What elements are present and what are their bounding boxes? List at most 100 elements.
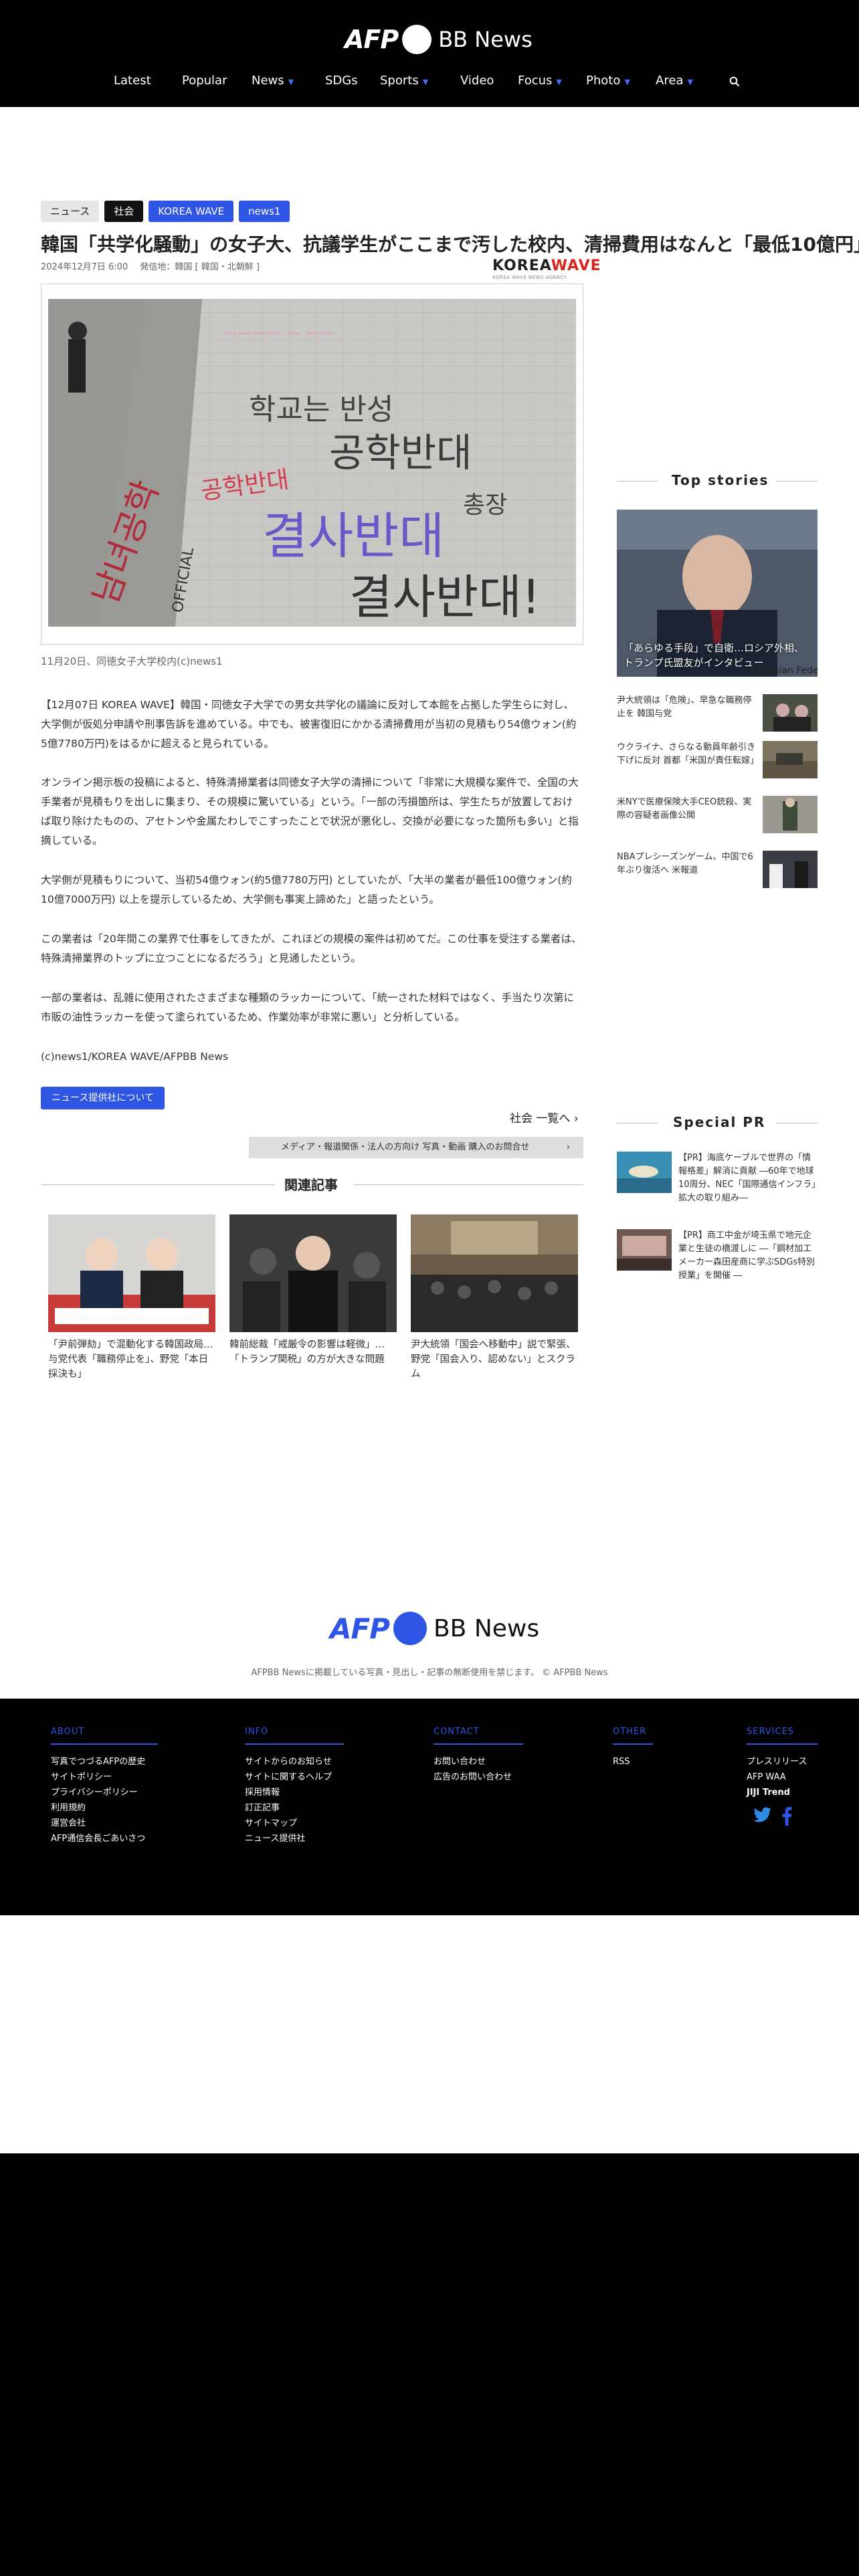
footer-link[interactable]: サイトポリシー — [51, 1769, 158, 1785]
svg-text:공학반대: 공학반대 — [329, 430, 472, 475]
related-image — [411, 1214, 578, 1332]
footer-link[interactable]: 利用規約 — [51, 1800, 158, 1816]
article-photo[interactable]: ーーーー ー ーー 학교는 반성 공학반대 결사반대 결사반대! 공학반대 남녀… — [48, 299, 576, 627]
logo-dot — [402, 25, 432, 54]
chevron-down-icon: ▼ — [624, 78, 630, 86]
article-photo-frame: ーーーー ー ーー 학교는 반성 공학반대 결사반대 결사반대! 공학반대 남녀… — [41, 284, 583, 645]
related-caption: 「尹前弾劾」で混動化する韓国政局…与党代表「職務停止を」、野党「本日採決も」 — [48, 1339, 213, 1380]
tag-korea-wave[interactable]: KOREA WAVE — [149, 201, 234, 222]
article-paragraph: 大学側が見積もりについて、当初54億ウォン(約5億7780万円) としていたが、… — [41, 874, 572, 905]
footer-link[interactable]: サイトマップ — [245, 1816, 344, 1831]
chevron-down-icon: ▼ — [687, 78, 693, 86]
footer-link[interactable]: プライバシーポリシー — [51, 1785, 158, 1800]
purchase-inquiry-bar[interactable]: メディア・報道関係・法人の方向け 写真・動画 購入のお問合せ › — [249, 1137, 583, 1158]
nav-sdgs[interactable]: SDGs — [325, 74, 358, 88]
article-place: 発信地：韓国 [ 韓国・北朝鮮 ] — [140, 262, 260, 272]
footer-logo[interactable]: AFP BB News — [330, 1608, 539, 1648]
footer-link[interactable]: サイトからのお知らせ — [245, 1754, 344, 1769]
site-footer: ABOUT 写真でつづるAFPの歴史 サイトポリシー プライバシーポリシー 利用… — [0, 1699, 859, 1915]
related-caption: 尹大統領「国会へ移動中」説で緊張、野党「国会入り、認めない」とスクラム — [411, 1339, 576, 1380]
top-story-item[interactable]: NBAプレシーズンゲーム、中国で6年ぶり復活へ 米報道 — [617, 851, 818, 892]
nav-popular[interactable]: Popular — [182, 74, 227, 88]
svg-text:총장: 총장 — [463, 492, 507, 519]
footer-col-services: SERVICES プレスリリース AFP WAA JIJI Trend — [747, 1724, 818, 1800]
footer-link[interactable]: 広告のお問い合わせ — [434, 1769, 523, 1785]
tag-society[interactable]: 社会 — [104, 201, 144, 222]
article-paragraph: この業者は「20年間この業界で仕事をしてきたが、これほどの規模の案件は初めてだ。… — [41, 933, 582, 964]
pr-thumbnail — [617, 1229, 672, 1271]
chevron-down-icon: ▼ — [422, 78, 429, 86]
footer-link[interactable]: サイトに関するヘルプ — [245, 1769, 344, 1785]
search-icon[interactable] — [729, 76, 740, 87]
society-list-link[interactable]: 社会 一覧へ › — [510, 1109, 579, 1125]
article-paragraph: 一部の業者は、乱雑に使用されたさまざまな種類のラッカーについて、「統一された材料… — [41, 992, 575, 1023]
svg-text:결사반대!: 결사반대! — [349, 570, 541, 625]
site-logo[interactable]: AFP BB News — [345, 23, 533, 56]
footer-link[interactable]: JIJI Trend — [747, 1785, 818, 1800]
photo-caption: 11月20日、同徳女子大学校内(c)news1 — [41, 655, 223, 667]
site-header: AFP BB News Latest Popular News ▼ SDGs Sp… — [0, 0, 859, 107]
related-heading: 関連記事 — [41, 1174, 583, 1194]
related-card[interactable]: 尹大統領「国会へ移動中」説で緊張、野党「国会入り、認めない」とスクラム — [411, 1214, 578, 1382]
top-story-item[interactable]: ウクライナ、さらなる動員年齢引き下げに反対 首都「米国が責任転嫁」 — [617, 741, 818, 782]
top-stories-heading: Top stories — [617, 471, 818, 491]
nav-video[interactable]: Video — [460, 74, 494, 88]
pr-thumbnail — [617, 1152, 672, 1193]
article-paragraph: 【12月07日 KOREA WAVE】韓国・同徳女子大学での男女共学化の議論に反… — [41, 699, 577, 750]
svg-text:ーーーー ー ーー: ーーーー ー ーー — [222, 326, 335, 343]
article-credit: (c)news1/KOREA WAVE/AFPBB News — [41, 1051, 229, 1063]
top-story-thumbnail — [763, 851, 818, 888]
chevron-right-icon: › — [573, 1112, 579, 1125]
footer-col-other: OTHER RSS — [613, 1724, 653, 1769]
top-story-thumbnail — [763, 694, 818, 732]
footer-link[interactable]: RSS — [613, 1754, 653, 1769]
related-image — [229, 1214, 397, 1332]
related-card[interactable]: 韓前総裁「戒厳令の影響は軽微」…「トランプ関税」の方が大きな問題 — [229, 1214, 397, 1367]
footer-link[interactable]: AFP通信会長ごあいさつ — [51, 1831, 158, 1846]
article-paragraph: オンライン掲示板の投稿によると、特殊清掃業者は同徳女子大学の清掃について「非常に… — [41, 776, 579, 847]
footer-link[interactable]: ニュース提供社 — [245, 1831, 344, 1846]
korea-wave-logo: KOREAWAVE KOREA WAVE NEWS AGENCY — [492, 257, 601, 280]
social-links — [753, 1807, 792, 1826]
article-meta: 2024年12月7日 6:00 発信地：韓国 [ 韓国・北朝鮮 ] — [41, 259, 269, 272]
nav-sports[interactable]: Sports ▼ — [380, 74, 428, 88]
top-story-item[interactable]: 尹大統領は「危険」、早急な職務停止を 韓国与党 — [617, 694, 818, 736]
page-bottom-area — [0, 2153, 859, 2576]
footer-col-contact: CONTACT お問い合わせ 広告のお問い合わせ — [434, 1724, 523, 1785]
special-pr-heading: Special PR — [617, 1113, 818, 1133]
logo-afp: AFP — [345, 25, 399, 54]
facebook-icon[interactable] — [781, 1807, 792, 1826]
svg-text:결사반대: 결사반대 — [262, 508, 444, 565]
chevron-right-icon: › — [566, 1142, 570, 1152]
footer-link[interactable]: プレスリリース — [747, 1754, 818, 1769]
nav-focus[interactable]: Focus ▼ — [518, 74, 562, 88]
footer-link[interactable]: 写真でつづるAFPの歴史 — [51, 1754, 158, 1769]
nav-area[interactable]: Area ▼ — [656, 74, 693, 88]
top-story-thumbnail — [763, 796, 818, 833]
nav-news[interactable]: News ▼ — [252, 74, 294, 88]
top-story-thumbnail — [763, 741, 818, 778]
article-title: 韓国「共学化騒動」の女子大、抗議学生がここまで汚した校内、清掃費用はなんと「最低… — [41, 233, 859, 255]
provider-info-button[interactable]: ニュース提供社について — [41, 1087, 165, 1109]
footer-link[interactable]: 運営会社 — [51, 1816, 158, 1831]
nav-photo[interactable]: Photo ▼ — [586, 74, 630, 88]
logo-bbnews: BB News — [438, 27, 533, 52]
copyright-text: AFPBB Newsに掲載している写真・見出し・記事の無断使用を禁じます。 © … — [251, 1668, 608, 1678]
chevron-down-icon: ▼ — [556, 78, 562, 86]
related-card[interactable]: 「尹前弾劾」で混動化する韓国政局…与党代表「職務停止を」、野党「本日採決も」 — [48, 1214, 215, 1382]
chevron-down-icon: ▼ — [288, 78, 294, 86]
top-story-item[interactable]: 米NYで医療保険大手CEO銃殺、実際の容疑者画像公開 — [617, 796, 818, 837]
footer-col-info: INFO サイトからのお知らせ サイトに関するヘルプ 採用情報 訂正記事 サイト… — [245, 1724, 344, 1846]
twitter-icon[interactable] — [753, 1807, 772, 1823]
related-caption: 韓前総裁「戒厳令の影響は軽微」…「トランプ関税」の方が大きな問題 — [229, 1339, 385, 1365]
top-story-feature[interactable]: Russian Federation 「あらゆる手段」で自衛…ロシア外相、トラン… — [617, 510, 818, 677]
footer-link[interactable]: 採用情報 — [245, 1785, 344, 1800]
footer-link[interactable]: お問い合わせ — [434, 1754, 523, 1769]
tag-news[interactable]: ニュース — [41, 201, 100, 222]
svg-text:학교는 반성: 학교는 반성 — [249, 393, 393, 427]
footer-link[interactable]: 訂正記事 — [245, 1800, 344, 1816]
nav-latest[interactable]: Latest — [114, 74, 151, 88]
footer-link[interactable]: AFP WAA — [747, 1769, 818, 1785]
article-tags: ニュース 社会 KOREA WAVE news1 — [41, 201, 290, 222]
tag-news1[interactable]: news1 — [239, 201, 290, 222]
